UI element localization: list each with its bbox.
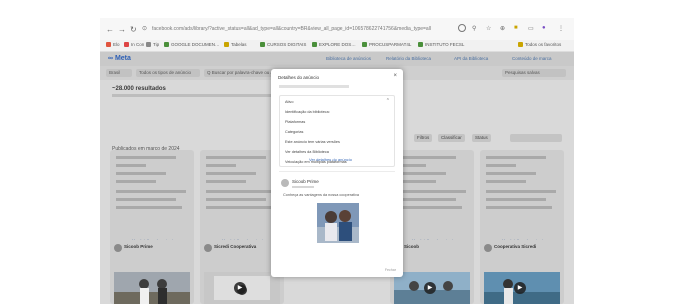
menu-icon[interactable]: ⋮ [558,25,564,32]
browser-toolbar: ← → ↻ ⊙ facebook.com/ads/library/?active… [100,18,574,40]
info-row[interactable]: Ver detalhes da Biblioteca [285,150,329,154]
post-timestamp [292,186,314,188]
bookmark-item[interactable]: INSTITUTO FECSL [418,42,464,48]
close-button[interactable]: Fechar [385,268,396,272]
info-row: Categorias [285,130,304,134]
address-bar[interactable]: facebook.com/ads/library/?active_status=… [152,24,432,34]
back-icon[interactable]: ← [106,25,114,34]
reload-icon[interactable]: ↻ [130,25,137,34]
ad-details-modal: Detalhes do anúncio × Ativo Identificaçã… [271,69,403,277]
nav-link[interactable]: Biblioteca de anúncios [326,56,371,61]
modal-title: Detalhes do anúncio [278,75,320,80]
app-header: ∞ Meta Biblioteca de anúncios Relatório … [100,52,574,66]
nav-link[interactable]: Conteúdo de marca [512,56,552,61]
avatar [484,244,492,252]
post-photo [317,203,359,243]
bookmark-item[interactable]: Tabelas [224,42,247,48]
ad-preview-card[interactable]: Sicoob Prime [110,240,194,304]
sort-dropdown[interactable] [510,134,562,142]
post-text: Conheça as vantagens da nossa cooperativ… [283,193,359,197]
info-row: Identificação da biblioteca: [285,110,330,114]
info-row: Plataformas [285,120,306,124]
forward-icon[interactable]: → [118,25,126,34]
bookmark-item[interactable]: EXPLORE DOS… [312,42,356,48]
profile-icon[interactable] [458,24,466,32]
results-count: ~28.000 resultados [112,86,166,92]
country-select[interactable]: Brasil [106,69,132,77]
avatar-icon[interactable]: ● [542,25,546,31]
bookmark-item[interactable]: Elo [106,42,120,48]
advertiser-name[interactable]: Sicoob [404,244,419,249]
search-icon[interactable]: ⚲ [472,25,476,32]
tab-search-icon[interactable]: ▭ [528,25,534,32]
bookmark-item[interactable]: Tip [146,42,159,48]
star-icon[interactable]: ☆ [486,25,491,32]
play-icon[interactable]: ▶ [234,282,246,294]
divider [279,171,395,172]
avatar [114,244,122,252]
ad-preview-card[interactable]: Cooperativa Sicredi ▶ [480,240,564,304]
filters-button[interactable]: Filtros [414,134,433,142]
bookmark-item[interactable]: In Con [124,42,144,48]
bookmark-folder[interactable]: Todos os favoritos [518,42,561,48]
advertiser-name[interactable]: Cooperativa Sicredi [494,244,536,249]
modal-subtitle [279,85,349,88]
sort-button[interactable]: Classificar [438,134,465,142]
extension-yellow-icon[interactable]: ■ [514,25,518,31]
ad-card[interactable]: Ver detalhes do anúncio [110,150,194,254]
info-row: Ativo [285,100,294,104]
ad-card[interactable]: Ver detalhes do anúncio [480,150,564,254]
nav-link[interactable]: API da Biblioteca [454,56,488,61]
close-icon[interactable]: × [393,73,397,79]
ad-type-select[interactable]: Todos os tipos de anúncio [136,69,200,77]
avatar [204,244,212,252]
nav-link[interactable]: Relatório da Biblioteca [386,56,431,61]
saved-searches-button[interactable]: Pesquisas salvas [502,69,566,77]
bookmarks-bar: Elo In Con Tip GOOGLE DOCUMEN… Tabelas C… [100,40,574,52]
bookmark-item[interactable]: CURSOS DIGITAIS [260,42,306,48]
chevron-up-icon[interactable]: ⌃ [386,98,390,104]
extension-icon[interactable]: ⊕ [500,25,505,32]
advertiser-name[interactable]: Sicredi Cooperativa [214,244,256,249]
meta-logo[interactable]: ∞ Meta [108,55,131,62]
ad-details-link[interactable]: Ver detalhes do anúncio [309,157,352,162]
ad-image [114,272,190,304]
bookmark-item[interactable]: GOOGLE DOCUMEN… [164,42,220,48]
bookmark-item[interactable]: PROCUSPARMAT4L [362,42,411,48]
advertiser-name[interactable]: Sicoob Prime [124,244,153,249]
play-icon[interactable]: ▶ [514,282,526,294]
post-author[interactable]: Sicoob Prime [292,179,319,184]
status-button[interactable]: Status [472,134,491,142]
avatar [281,179,289,187]
info-row: Este anúncio tem várias versões [285,140,340,144]
play-icon[interactable]: ▶ [424,282,436,294]
secure-icon: ⊙ [142,26,148,32]
screenshot-frame: ← → ↻ ⊙ facebook.com/ads/library/?active… [100,18,574,304]
